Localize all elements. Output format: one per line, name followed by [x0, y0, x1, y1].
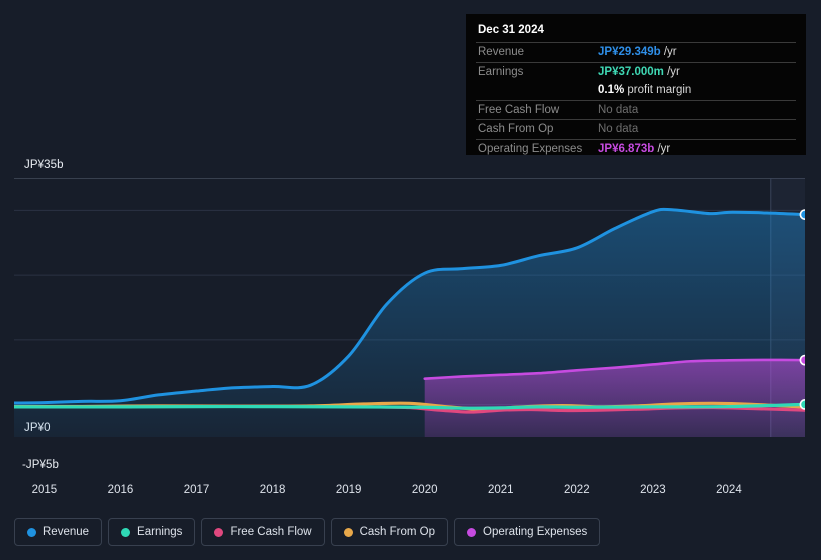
legend-color-dot-icon — [121, 527, 131, 537]
tooltip-row-value: No data — [598, 123, 796, 135]
tooltip-date: Dec 31 2024 — [478, 24, 544, 36]
legend-color-dot-icon — [214, 527, 224, 537]
tooltip-row-value: JP¥37.000m /yr — [598, 66, 796, 78]
x-axis-tick-2020: 2020 — [411, 484, 438, 496]
legend-item-label: Earnings — [137, 526, 183, 538]
legend-item-label: Revenue — [43, 526, 90, 538]
tooltip-row-value: No data — [598, 104, 796, 116]
x-axis-tick-2024: 2024 — [716, 484, 742, 496]
tooltip-row-unit: profit margin — [624, 84, 692, 97]
tooltip-row-label: Revenue — [478, 46, 525, 59]
tooltip-row: Revenue JP¥29.349b /yr — [476, 42, 796, 62]
x-axis-tick-2022: 2022 — [564, 484, 590, 496]
plot-area[interactable] — [14, 178, 805, 437]
x-axis-tick-2018: 2018 — [259, 484, 286, 496]
financial-chart-panel: JP¥35b JP¥0 -JP¥5b 201520162017201820192… — [0, 0, 821, 560]
tooltip-row: Free Cash Flow No data — [476, 99, 796, 120]
tooltip-row: Cash From Op No data — [476, 119, 796, 139]
tooltip-no-data: No data — [598, 103, 639, 116]
tooltip-row-amount: 0.1% — [598, 84, 625, 97]
legend-item-free-cash-flow[interactable]: Free Cash Flow — [201, 518, 325, 546]
tooltip-row-unit: /yr — [660, 46, 677, 59]
x-axis-tick-2023: 2023 — [640, 484, 666, 496]
legend-color-dot-icon — [467, 527, 477, 537]
y-axis-label-max: JP¥35b — [24, 159, 64, 171]
tooltip-row-label: Cash From Op — [478, 123, 554, 136]
x-axis-tick-2016: 2016 — [107, 484, 134, 496]
legend-item-label: Operating Expenses — [483, 526, 588, 538]
legend-item-cash-from-op[interactable]: Cash From Op — [330, 518, 449, 546]
x-axis-tick-2015: 2015 — [31, 484, 58, 496]
legend-item-revenue[interactable]: Revenue — [14, 518, 103, 546]
tooltip-row-amount: JP¥37.000m — [598, 65, 664, 78]
x-axis-tick-2017: 2017 — [183, 484, 210, 496]
tooltip-row-label: Free Cash Flow — [478, 103, 560, 116]
legend-color-dot-icon — [343, 527, 353, 537]
tooltip-row-value: JP¥29.349b /yr — [598, 46, 796, 58]
legend-color-dot-icon — [27, 527, 36, 537]
data-tooltip: Dec 31 2024 Revenue JP¥29.349b /yr Earning… — [466, 14, 806, 155]
legend-item-label: Cash From Op — [359, 526, 436, 538]
legend-item-earnings[interactable]: Earnings — [108, 518, 196, 546]
tooltip-row-unit: /yr — [654, 142, 671, 155]
x-axis-tick-2019: 2019 — [335, 484, 362, 496]
tooltip-row: Earnings JP¥37.000m /yr — [476, 61, 796, 82]
tooltip-row-label: Operating Expenses — [478, 142, 583, 155]
tooltip-row-amount: JP¥6.873b — [598, 142, 655, 155]
chart-legend: Revenue Earnings Free Cash Flow Cash From O… — [14, 518, 601, 546]
tooltip-row: Operating Expenses JP¥6.873b /yr — [476, 138, 796, 159]
tooltip-row-value: JP¥6.873b /yr — [598, 143, 796, 155]
tooltip-row-label: Earnings — [478, 65, 524, 78]
legend-item-operating-expenses[interactable]: Operating Expenses — [454, 518, 601, 546]
tooltip-row-amount: JP¥29.349b — [598, 46, 661, 59]
y-axis-label-min: -JP¥5b — [22, 459, 60, 471]
tooltip-no-data: No data — [598, 123, 639, 136]
tooltip-row-value: 0.1% profit margin — [598, 84, 796, 96]
chart-canvas — [14, 178, 805, 437]
x-axis-tick-2021: 2021 — [487, 484, 514, 496]
tooltip-row-unit: /yr — [663, 65, 680, 78]
legend-item-label: Free Cash Flow — [230, 526, 312, 538]
tooltip-row: 0.1% profit margin — [476, 81, 796, 100]
